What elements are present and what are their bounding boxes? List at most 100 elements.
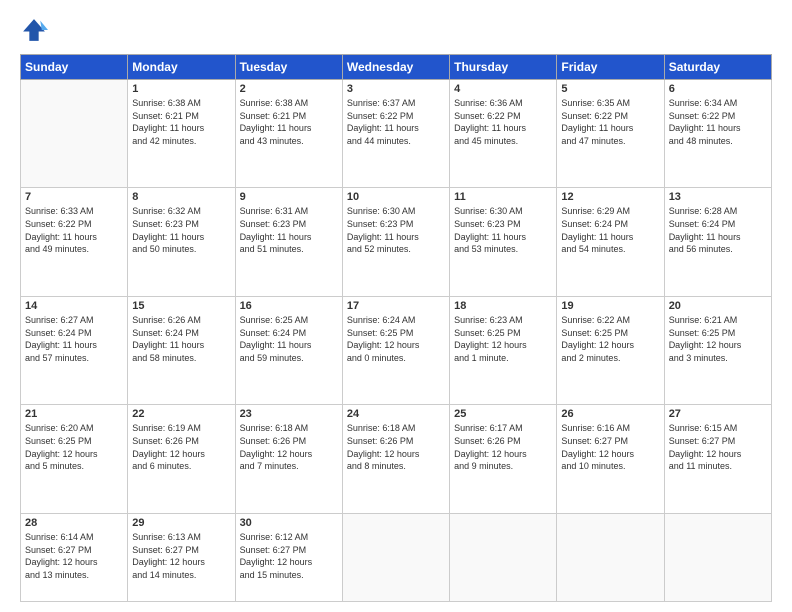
day-number: 15 [132,300,230,312]
calendar-table: Sunday Monday Tuesday Wednesday Thursday… [20,54,772,602]
day-number: 10 [347,191,445,203]
day-info: Sunrise: 6:38 AM Sunset: 6:21 PM Dayligh… [132,97,230,147]
day-info: Sunrise: 6:27 AM Sunset: 6:24 PM Dayligh… [25,314,123,364]
day-number: 12 [561,191,659,203]
day-info: Sunrise: 6:25 AM Sunset: 6:24 PM Dayligh… [240,314,338,364]
calendar-cell: 21 Sunrise: 6:20 AM Sunset: 6:25 PM Dayli… [21,405,128,513]
calendar-cell [21,80,128,188]
calendar-cell: 23 Sunrise: 6:18 AM Sunset: 6:26 PM Dayli… [235,405,342,513]
day-info: Sunrise: 6:29 AM Sunset: 6:24 PM Dayligh… [561,205,659,255]
day-info: Sunrise: 6:28 AM Sunset: 6:24 PM Dayligh… [669,205,767,255]
calendar-cell: 18 Sunrise: 6:23 AM Sunset: 6:25 PM Dayli… [450,296,557,404]
day-number: 9 [240,191,338,203]
day-number: 30 [240,517,338,529]
calendar-cell: 3Sunrise: 6:37 AM Sunset: 6:22 PM Daylig… [342,80,449,188]
day-info: Sunrise: 6:23 AM Sunset: 6:25 PM Dayligh… [454,314,552,364]
calendar-cell: 11 Sunrise: 6:30 AM Sunset: 6:23 PM Dayli… [450,188,557,296]
calendar-cell: 13 Sunrise: 6:28 AM Sunset: 6:24 PM Dayli… [664,188,771,296]
day-info: Sunrise: 6:38 AM Sunset: 6:21 PM Dayligh… [240,97,338,147]
day-number: 29 [132,517,230,529]
col-monday: Monday [128,55,235,80]
calendar-cell: 10 Sunrise: 6:30 AM Sunset: 6:23 PM Dayli… [342,188,449,296]
day-info: Sunrise: 6:17 AM Sunset: 6:26 PM Dayligh… [454,422,552,472]
day-number: 20 [669,300,767,312]
calendar-cell: 25 Sunrise: 6:17 AM Sunset: 6:26 PM Dayli… [450,405,557,513]
day-info: Sunrise: 6:18 AM Sunset: 6:26 PM Dayligh… [240,422,338,472]
calendar-cell: 14 Sunrise: 6:27 AM Sunset: 6:24 PM Dayli… [21,296,128,404]
calendar-cell: 1 Sunrise: 6:38 AM Sunset: 6:21 PM Daylig… [128,80,235,188]
col-tuesday: Tuesday [235,55,342,80]
page-header [20,16,772,44]
day-number: 21 [25,408,123,420]
calendar-cell: 28 Sunrise: 6:14 AM Sunset: 6:27 PM Dayli… [21,513,128,601]
day-number: 8 [132,191,230,203]
calendar-cell: 17 Sunrise: 6:24 AM Sunset: 6:25 PM Dayli… [342,296,449,404]
calendar-cell: 29 Sunrise: 6:13 AM Sunset: 6:27 PM Dayli… [128,513,235,601]
day-number: 28 [25,517,123,529]
day-info: Sunrise: 6:18 AM Sunset: 6:26 PM Dayligh… [347,422,445,472]
day-number: 19 [561,300,659,312]
calendar-cell: 16 Sunrise: 6:25 AM Sunset: 6:24 PM Dayli… [235,296,342,404]
day-info: Sunrise: 6:32 AM Sunset: 6:23 PM Dayligh… [132,205,230,255]
day-number: 11 [454,191,552,203]
day-number: 1 [132,83,230,95]
day-number: 22 [132,408,230,420]
calendar-cell: 30 Sunrise: 6:12 AM Sunset: 6:27 PM Dayli… [235,513,342,601]
calendar-cell: 6 Sunrise: 6:34 AM Sunset: 6:22 PM Daylig… [664,80,771,188]
day-number: 7 [25,191,123,203]
calendar-cell: 12 Sunrise: 6:29 AM Sunset: 6:24 PM Dayli… [557,188,664,296]
calendar-cell: 9 Sunrise: 6:31 AM Sunset: 6:23 PM Daylig… [235,188,342,296]
day-info: Sunrise: 6:36 AM Sunset: 6:22 PM Dayligh… [454,97,552,147]
day-info: Sunrise: 6:31 AM Sunset: 6:23 PM Dayligh… [240,205,338,255]
day-info: Sunrise: 6:37 AM Sunset: 6:22 PM Dayligh… [347,97,445,147]
logo-icon [20,16,48,44]
day-number: 18 [454,300,552,312]
day-info: Sunrise: 6:33 AM Sunset: 6:22 PM Dayligh… [25,205,123,255]
day-info: Sunrise: 6:22 AM Sunset: 6:25 PM Dayligh… [561,314,659,364]
calendar-header-row: Sunday Monday Tuesday Wednesday Thursday… [21,55,772,80]
day-info: Sunrise: 6:24 AM Sunset: 6:25 PM Dayligh… [347,314,445,364]
day-number: 6 [669,83,767,95]
day-number: 17 [347,300,445,312]
day-number: 27 [669,408,767,420]
day-info: Sunrise: 6:30 AM Sunset: 6:23 PM Dayligh… [347,205,445,255]
calendar-cell: 26 Sunrise: 6:16 AM Sunset: 6:27 PM Dayli… [557,405,664,513]
calendar-cell: 8 Sunrise: 6:32 AM Sunset: 6:23 PM Daylig… [128,188,235,296]
day-number: 2 [240,83,338,95]
calendar-cell: 22 Sunrise: 6:19 AM Sunset: 6:26 PM Dayli… [128,405,235,513]
logo [20,16,52,44]
day-number: 13 [669,191,767,203]
day-number: 24 [347,408,445,420]
calendar-cell: 19 Sunrise: 6:22 AM Sunset: 6:25 PM Dayli… [557,296,664,404]
col-friday: Friday [557,55,664,80]
day-info: Sunrise: 6:16 AM Sunset: 6:27 PM Dayligh… [561,422,659,472]
day-info: Sunrise: 6:21 AM Sunset: 6:25 PM Dayligh… [669,314,767,364]
calendar-cell: 4 Sunrise: 6:36 AM Sunset: 6:22 PM Daylig… [450,80,557,188]
col-thursday: Thursday [450,55,557,80]
calendar-cell [664,513,771,601]
day-info: Sunrise: 6:12 AM Sunset: 6:27 PM Dayligh… [240,531,338,581]
calendar-cell: 15 Sunrise: 6:26 AM Sunset: 6:24 PM Dayli… [128,296,235,404]
col-saturday: Saturday [664,55,771,80]
day-info: Sunrise: 6:14 AM Sunset: 6:27 PM Dayligh… [25,531,123,581]
col-wednesday: Wednesday [342,55,449,80]
day-info: Sunrise: 6:19 AM Sunset: 6:26 PM Dayligh… [132,422,230,472]
day-number: 16 [240,300,338,312]
calendar-cell: 7 Sunrise: 6:33 AM Sunset: 6:22 PM Daylig… [21,188,128,296]
day-info: Sunrise: 6:20 AM Sunset: 6:25 PM Dayligh… [25,422,123,472]
calendar-cell [450,513,557,601]
calendar-cell: 27 Sunrise: 6:15 AM Sunset: 6:27 PM Dayli… [664,405,771,513]
day-info: Sunrise: 6:13 AM Sunset: 6:27 PM Dayligh… [132,531,230,581]
day-info: Sunrise: 6:34 AM Sunset: 6:22 PM Dayligh… [669,97,767,147]
calendar-cell [557,513,664,601]
day-number: 14 [25,300,123,312]
day-number: 23 [240,408,338,420]
day-info: Sunrise: 6:15 AM Sunset: 6:27 PM Dayligh… [669,422,767,472]
day-number: 4 [454,83,552,95]
day-info: Sunrise: 6:26 AM Sunset: 6:24 PM Dayligh… [132,314,230,364]
day-info: Sunrise: 6:30 AM Sunset: 6:23 PM Dayligh… [454,205,552,255]
day-number: 26 [561,408,659,420]
day-number: 25 [454,408,552,420]
col-sunday: Sunday [21,55,128,80]
calendar-cell: 2 Sunrise: 6:38 AM Sunset: 6:21 PM Daylig… [235,80,342,188]
